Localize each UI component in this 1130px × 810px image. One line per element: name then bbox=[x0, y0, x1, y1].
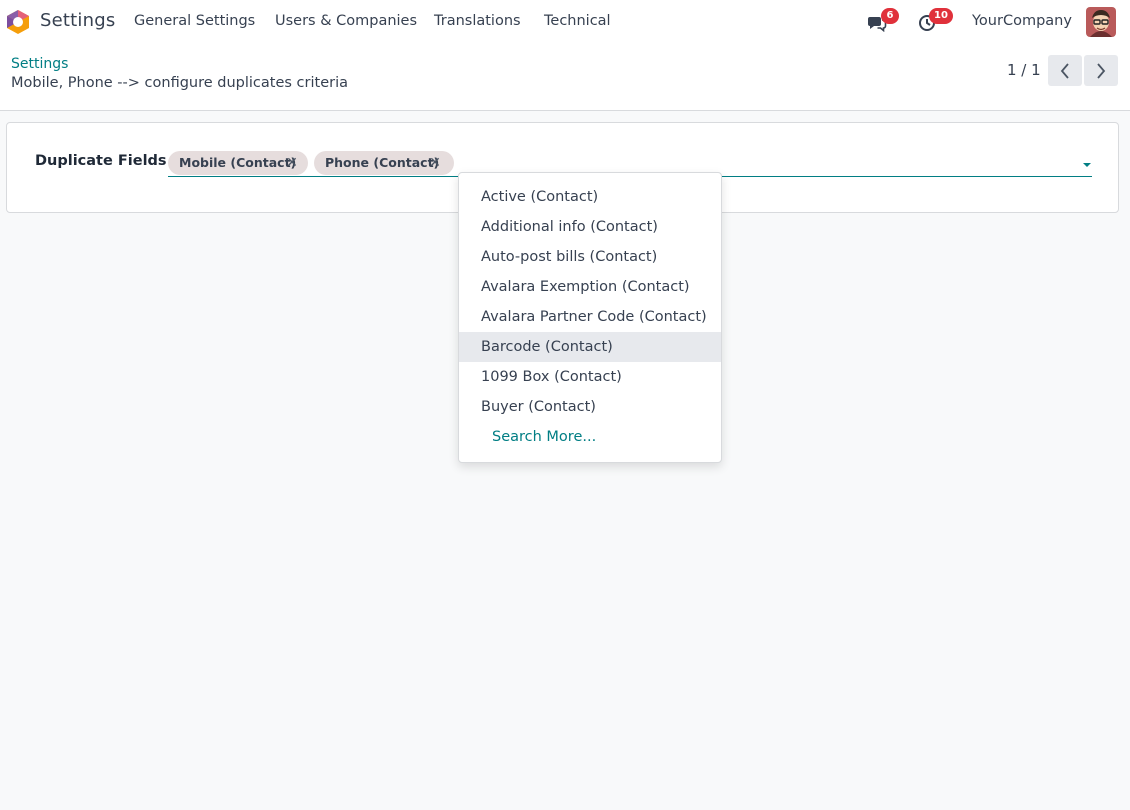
dropdown-item[interactable]: Additional info (Contact) bbox=[459, 212, 721, 242]
menu-technical[interactable]: Technical bbox=[544, 13, 611, 29]
tag-mobile-contact: Mobile (Contact) ✕ bbox=[168, 151, 308, 175]
caret-down-icon[interactable] bbox=[1082, 158, 1092, 168]
user-avatar[interactable] bbox=[1086, 7, 1116, 37]
company-switcher[interactable]: YourCompany bbox=[972, 13, 1072, 29]
discuss-badge: 6 bbox=[881, 8, 899, 24]
avatar-image bbox=[1086, 7, 1116, 37]
search-more-link[interactable]: Search More... bbox=[459, 422, 721, 452]
dropdown-item[interactable]: Auto-post bills (Contact) bbox=[459, 242, 721, 272]
tag-remove-icon[interactable]: ✕ bbox=[428, 151, 442, 175]
dropdown-item-highlighted[interactable]: Barcode (Contact) bbox=[459, 332, 721, 362]
pager-previous-button[interactable] bbox=[1048, 55, 1082, 86]
menu-translations[interactable]: Translations bbox=[434, 13, 521, 29]
chevron-left-icon bbox=[1060, 62, 1069, 79]
menu-general-settings[interactable]: General Settings bbox=[134, 13, 255, 29]
autocomplete-dropdown: Active (Contact) Additional info (Contac… bbox=[458, 172, 722, 463]
activity-badge: 10 bbox=[929, 8, 953, 24]
control-panel: Settings Mobile, Phone --> configure dup… bbox=[0, 44, 1130, 111]
odoo-hexagon-icon[interactable] bbox=[6, 9, 30, 35]
top-navbar: Settings General Settings Users & Compan… bbox=[0, 0, 1130, 44]
pager-next-button[interactable] bbox=[1084, 55, 1118, 86]
breadcrumb-settings[interactable]: Settings bbox=[11, 56, 68, 72]
dropdown-item[interactable]: Buyer (Contact) bbox=[459, 392, 721, 422]
dropdown-item[interactable]: Active (Contact) bbox=[459, 182, 721, 212]
tag-phone-contact: Phone (Contact) ✕ bbox=[314, 151, 454, 175]
record-title: Mobile, Phone --> configure duplicates c… bbox=[11, 75, 348, 91]
tag-label: Phone (Contact) bbox=[325, 155, 440, 170]
pager-value[interactable]: 1 / 1 bbox=[1007, 61, 1041, 79]
dropdown-item[interactable]: Avalara Exemption (Contact) bbox=[459, 272, 721, 302]
dropdown-item[interactable]: Avalara Partner Code (Contact) bbox=[459, 302, 721, 332]
dropdown-item[interactable]: 1099 Box (Contact) bbox=[459, 362, 721, 392]
duplicate-fields-label: Duplicate Fields bbox=[35, 153, 167, 169]
tag-label: Mobile (Contact) bbox=[179, 155, 297, 170]
menu-users-companies[interactable]: Users & Companies bbox=[275, 13, 417, 29]
tag-remove-icon[interactable]: ✕ bbox=[285, 151, 299, 175]
chevron-right-icon bbox=[1097, 62, 1106, 79]
app-name[interactable]: Settings bbox=[40, 10, 115, 31]
